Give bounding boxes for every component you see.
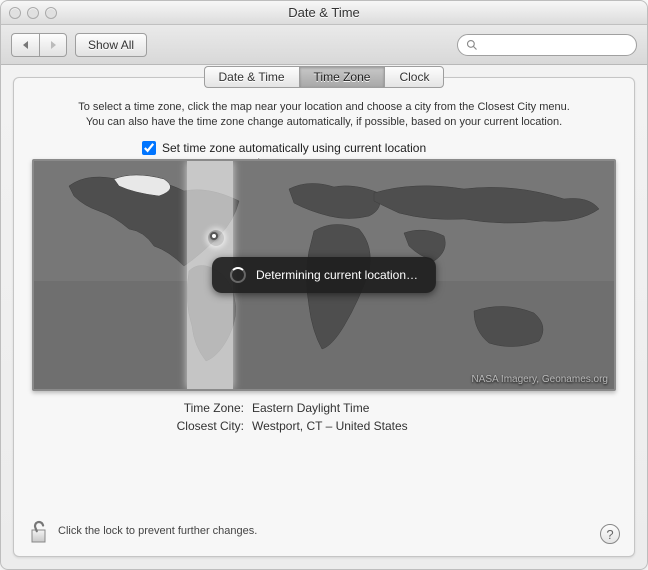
show-all-button[interactable]: Show All (75, 33, 147, 57)
instructions-line1: To select a time zone, click the map nea… (32, 100, 616, 115)
help-icon: ? (606, 527, 613, 542)
lock-row: Click the lock to prevent further change… (28, 518, 257, 544)
instructions-line2: You can also have the time zone change a… (32, 115, 616, 130)
toolbar: Show All (1, 25, 647, 65)
timezone-map[interactable]: Determining current location… NASA Image… (32, 159, 616, 391)
back-button[interactable] (11, 33, 39, 57)
spinner-icon (230, 267, 246, 283)
window-title: Date & Time (1, 5, 647, 20)
timezone-label: Time Zone: (32, 401, 252, 415)
search-field[interactable] (457, 34, 637, 56)
auto-timezone-checkbox[interactable] (142, 141, 156, 155)
forward-button[interactable] (39, 33, 67, 57)
location-pin-icon (210, 232, 218, 240)
closest-city-row: Closest City: Westport, CT – United Stat… (32, 419, 616, 433)
search-input[interactable] (482, 39, 628, 51)
prefs-window: Date & Time Show All Date & Time Time Zo… (0, 0, 648, 570)
lock-text: Click the lock to prevent further change… (58, 525, 257, 537)
timezone-info-row: Time Zone: Eastern Daylight Time (32, 401, 616, 415)
titlebar: Date & Time (1, 1, 647, 25)
content-panel: Date & Time Time Zone Clock To select a … (13, 77, 635, 557)
instructions: To select a time zone, click the map nea… (32, 100, 616, 131)
help-button[interactable]: ? (600, 524, 620, 544)
auto-timezone-row: Set time zone automatically using curren… (142, 141, 616, 155)
closest-city-label: Closest City: (32, 419, 252, 433)
search-icon (466, 39, 478, 51)
locating-overlay: Determining current location… (212, 257, 436, 293)
map-attribution: NASA Imagery, Geonames.org (471, 374, 608, 385)
tab-bar: Date & Time Time Zone Clock (14, 66, 634, 88)
auto-timezone-label: Set time zone automatically using curren… (162, 141, 426, 155)
tab-clock[interactable]: Clock (384, 66, 444, 88)
tab-timezone[interactable]: Time Zone (299, 66, 385, 88)
locating-text: Determining current location… (256, 268, 418, 282)
lock-icon[interactable] (28, 518, 50, 544)
nav-segment (11, 33, 67, 57)
closest-city-value: Westport, CT – United States (252, 419, 408, 433)
timezone-value: Eastern Daylight Time (252, 401, 369, 415)
tab-datetime[interactable]: Date & Time (204, 66, 299, 88)
